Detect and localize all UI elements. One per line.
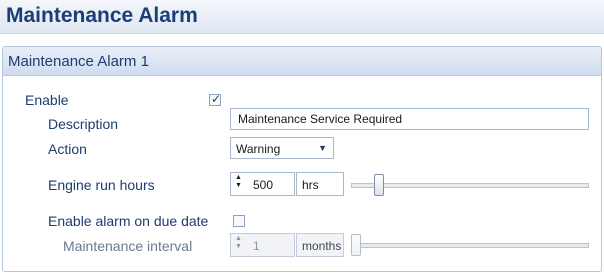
action-label: Action — [48, 141, 87, 157]
engine-run-hours-slider-track[interactable] — [351, 183, 589, 188]
maintenance-interval-stepper[interactable]: ▲ ▼ 1 — [230, 233, 295, 257]
months-unit-label: months — [302, 239, 342, 253]
engine-run-hours-stepper[interactable]: ▲ ▼ 500 — [230, 172, 295, 196]
panel-title: Maintenance Alarm 1 — [8, 53, 149, 70]
description-value: Maintenance Service Required — [238, 112, 403, 126]
maintenance-interval-unit: months — [296, 233, 344, 257]
action-selected-value: Warning — [236, 142, 281, 156]
engine-run-hours-label: Engine run hours — [48, 177, 155, 193]
action-dropdown[interactable]: Warning ▼ — [230, 137, 334, 159]
checkmark-icon: ✓ — [211, 92, 222, 106]
engine-run-hours-unit: hrs — [296, 172, 344, 196]
maintenance-interval-slider-track[interactable] — [351, 243, 589, 248]
hrs-unit-label: hrs — [302, 178, 319, 192]
description-input[interactable]: Maintenance Service Required — [230, 108, 589, 130]
maintenance-interval-slider-thumb[interactable] — [351, 234, 361, 256]
engine-run-hours-slider-thumb[interactable] — [374, 174, 384, 196]
enable-label: Enable — [25, 92, 69, 108]
enable-checkbox[interactable]: ✓ — [209, 92, 222, 106]
chevron-down-icon: ▼ — [318, 143, 327, 153]
page-title: Maintenance Alarm — [6, 4, 198, 27]
spin-arrows-icon[interactable]: ▲ ▼ — [235, 235, 242, 251]
enable-due-date-label: Enable alarm on due date — [48, 213, 209, 229]
maintenance-interval-value: 1 — [253, 239, 260, 253]
engine-run-hours-value: 500 — [253, 178, 274, 192]
description-label: Description — [48, 116, 119, 132]
enable-due-date-checkbox[interactable] — [233, 215, 245, 227]
page-header: Maintenance Alarm — [0, 0, 604, 34]
panel-header: Maintenance Alarm 1 — [3, 47, 601, 76]
spin-arrows-icon[interactable]: ▲ ▼ — [235, 174, 242, 190]
maintenance-alarm-panel: Maintenance Alarm 1 Enable ✓ Description… — [2, 46, 602, 272]
maintenance-interval-label: Maintenance interval — [63, 238, 193, 254]
